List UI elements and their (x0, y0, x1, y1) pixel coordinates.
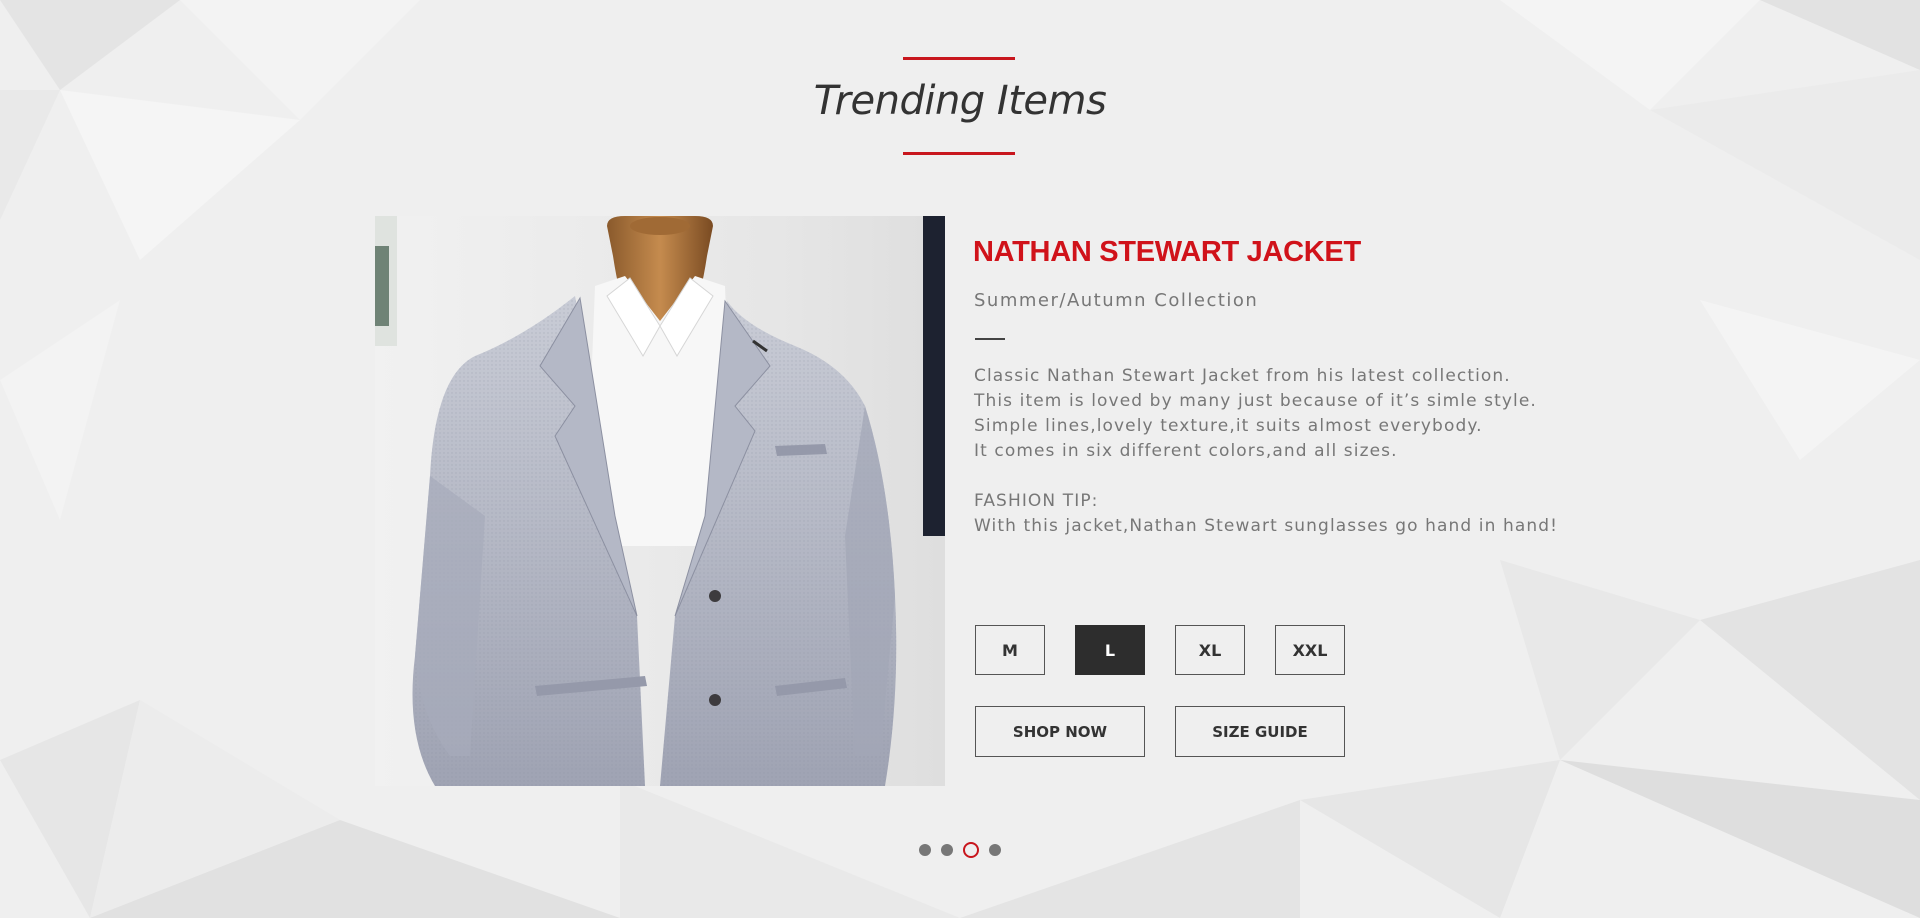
size-option-xxl[interactable]: XXL (1275, 625, 1345, 675)
jacket-photo-icon (375, 216, 945, 786)
size-option-l[interactable]: L (1075, 625, 1145, 675)
fashion-tip-text: With this jacket,Nathan Stewart sunglass… (974, 516, 1559, 536)
shop-now-button[interactable]: SHOP NOW (975, 706, 1145, 757)
product-name: NATHAN STEWART JACKET (973, 236, 1361, 268)
description-line: Classic Nathan Stewart Jacket from his l… (974, 366, 1511, 386)
description-gap (974, 464, 1614, 489)
carousel-pager (919, 842, 1001, 858)
product-description: Classic Nathan Stewart Jacket from his l… (974, 364, 1614, 539)
size-option-xl[interactable]: XL (1175, 625, 1245, 675)
description-line: Simple lines,lovely texture,it suits alm… (974, 416, 1483, 436)
size-selector: M L XL XXL (975, 625, 1345, 675)
section-title: Trending Items (813, 78, 1107, 124)
pager-dot-2[interactable] (941, 844, 953, 856)
pager-dot-1[interactable] (919, 844, 931, 856)
description-line: It comes in six different colors,and all… (974, 441, 1398, 461)
heading-rule-top (903, 57, 1015, 60)
pager-dot-3-active[interactable] (963, 842, 979, 858)
pager-dot-4[interactable] (989, 844, 1001, 856)
fashion-tip-label: FASHION TIP: (974, 491, 1099, 511)
description-line: This item is loved by many just because … (974, 391, 1537, 411)
product-collection: Summer/Autumn Collection (974, 290, 1259, 311)
product-actions: SHOP NOW SIZE GUIDE (975, 706, 1345, 757)
size-guide-button[interactable]: SIZE GUIDE (1175, 706, 1345, 757)
heading-rule-bottom (903, 152, 1015, 155)
product-image[interactable] (375, 216, 945, 786)
size-option-m[interactable]: M (975, 625, 1045, 675)
trending-section: Trending Items NATHAN STEWART JACKET Sum… (0, 0, 1920, 918)
divider (975, 338, 1005, 340)
